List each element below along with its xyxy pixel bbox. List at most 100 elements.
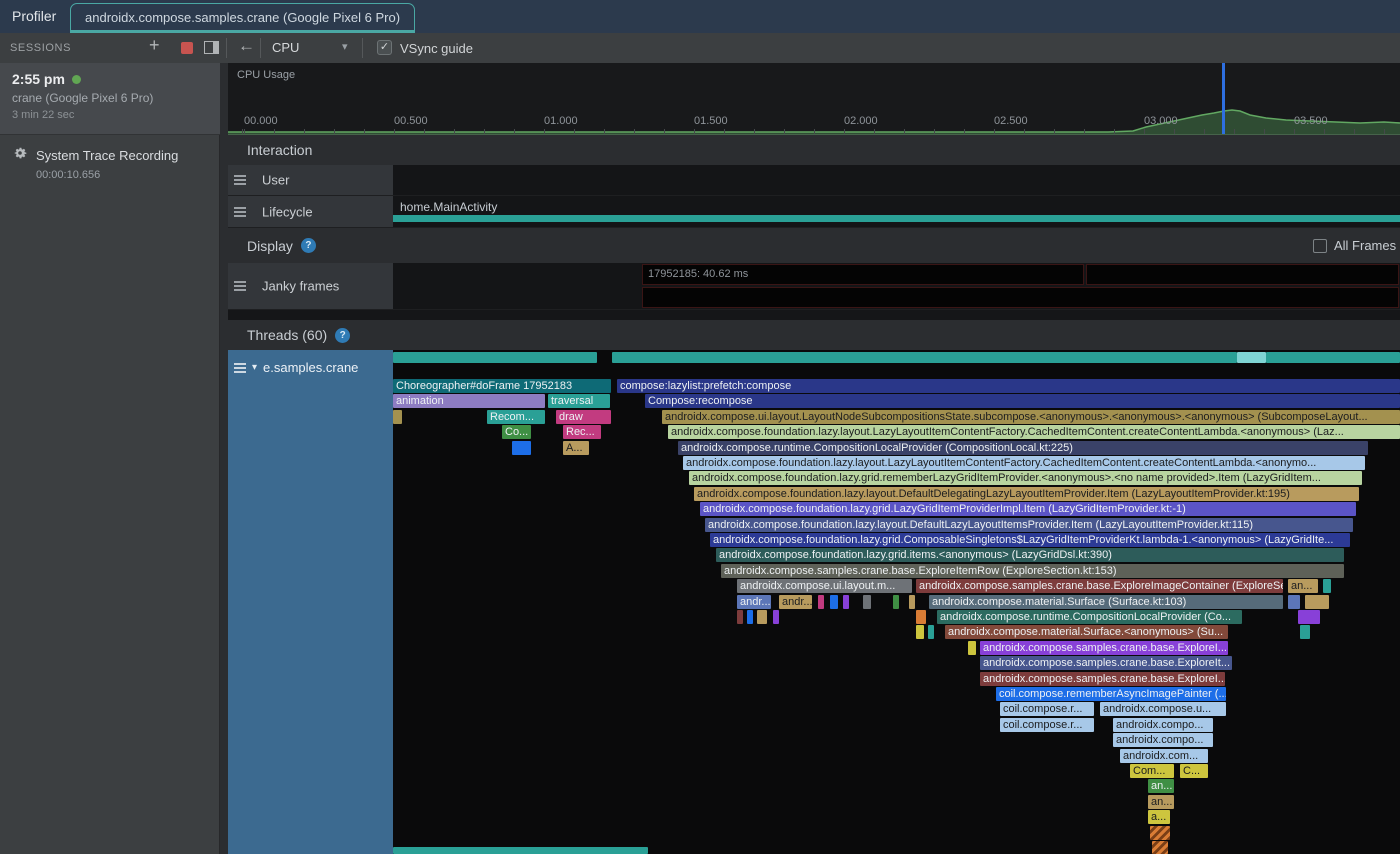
flame-bar[interactable]: Compose:recompose [645,394,1400,408]
drag-handle-icon[interactable] [234,281,246,291]
help-icon[interactable]: ? [301,238,316,253]
flame-bar[interactable] [818,595,824,609]
back-arrow-icon[interactable]: ← [238,36,255,56]
collapse-panel-icon[interactable] [204,41,219,59]
flame-bar[interactable] [393,352,597,363]
section-threads[interactable]: Threads (60) ? [228,320,1400,350]
flame-bar[interactable]: androidx.compose.foundation.lazy.grid.re… [689,471,1362,485]
flame-bar[interactable] [830,595,838,609]
session-item[interactable]: 2:55 pm crane (Google Pixel 6 Pro) 3 min… [0,63,220,135]
flame-bar[interactable]: androidx.compose.foundation.lazy.layout.… [694,487,1359,501]
flame-bar[interactable] [928,625,934,639]
flame-bar[interactable] [747,610,753,624]
flame-bar[interactable]: androidx.compose.runtime.CompositionLoca… [937,610,1242,624]
flame-bar[interactable]: coil.compose.r... [1000,718,1094,732]
flame-bar[interactable]: androidx.compose.foundation.lazy.layout.… [668,425,1400,439]
flame-bar[interactable]: andr... [779,595,812,609]
flame-bar[interactable] [916,625,924,639]
flame-bar[interactable]: coil.compose.r... [1000,702,1094,716]
flame-bar[interactable] [512,441,531,455]
flame-bar[interactable]: traversal [548,394,610,408]
flame-bar[interactable] [1150,826,1170,840]
tab-crane-session[interactable]: androidx.compose.samples.crane (Google P… [70,3,415,33]
flame-bar[interactable]: Recom... [487,410,545,424]
flame-bar[interactable]: androidx.compose.ui.layout.m... [737,579,912,593]
chevron-down-icon[interactable]: ▾ [342,40,348,53]
flame-bar[interactable] [1300,625,1310,639]
flame-bar[interactable]: an... [1288,579,1318,593]
flame-bar[interactable]: C... [1180,764,1208,778]
flame-bar[interactable] [393,847,648,854]
drag-handle-icon[interactable] [234,207,246,217]
flame-bar[interactable] [1152,841,1168,854]
flame-bar[interactable]: androidx.compose.foundation.lazy.layout.… [683,456,1365,470]
flame-bar[interactable]: androidx.compose.samples.crane.base.Expl… [980,656,1232,670]
flame-bar[interactable]: compose:lazylist:prefetch:compose [617,379,1400,393]
janky-frame-bar[interactable] [1086,264,1399,285]
flame-bar[interactable]: androidx.compose.foundation.lazy.grid.Co… [710,533,1350,547]
all-frames-toggle[interactable]: All Frames [1313,238,1396,253]
flame-chart[interactable]: Choreographer#doFrame 17952183 compose:la… [393,350,1400,854]
flame-bar[interactable] [893,595,899,609]
flame-bar[interactable] [1323,579,1331,593]
flame-bar[interactable] [393,410,402,424]
flame-bar[interactable]: androidx.compose.material.Surface.<anony… [945,625,1228,639]
lifecycle-track-timeline[interactable]: home.MainActivity [393,196,1400,228]
time-ruler[interactable]: CPU Usage 00.00000.50001.00001.50002.000… [228,63,1400,135]
flame-bar[interactable] [1305,595,1329,609]
drag-handle-icon[interactable] [234,363,246,373]
chevron-down-icon[interactable]: ▾ [252,362,257,373]
flame-bar[interactable]: androidx.compose.samples.crane.base.Expl… [980,641,1228,655]
profiler-mode-dropdown[interactable]: CPU [272,40,299,55]
flame-bar[interactable]: androidx.compose.material.Surface (Surfa… [929,595,1283,609]
janky-track-label[interactable]: Janky frames [228,263,393,310]
flame-bar[interactable]: animation [393,394,545,408]
user-track-timeline[interactable] [393,165,1400,196]
janky-frame-bar[interactable] [642,287,1399,308]
recording-item[interactable]: System Trace Recording 00:00:10.656 [0,135,220,191]
flame-bar[interactable]: androidx.compose.foundation.lazy.grid.it… [716,548,1344,562]
flame-bar[interactable]: a... [1148,810,1170,824]
flame-bar[interactable] [757,610,767,624]
flame-bar[interactable] [968,641,976,655]
flame-bar[interactable]: androidx.compose.samples.crane.base.Expl… [980,672,1225,686]
flame-bar[interactable] [1288,595,1300,609]
flame-bar[interactable]: Co... [502,425,531,439]
section-display[interactable]: Display ? All Frames [228,228,1400,263]
flame-bar[interactable]: Com... [1130,764,1174,778]
flame-bar[interactable]: androidx.compose.ui.layout.LayoutNodeSub… [662,410,1400,424]
vsync-guide-checkbox[interactable]: ✓ [377,40,392,55]
flame-bar[interactable]: androidx.compose.samples.crane.base.Expl… [916,579,1283,593]
thread-label-crane[interactable]: ▾ e.samples.crane [228,350,393,854]
flame-bar[interactable]: androidx.com... [1120,749,1208,763]
flame-bar[interactable]: androidx.compose.foundation.lazy.layout.… [705,518,1353,532]
flame-bar[interactable]: A... [563,441,589,455]
all-frames-checkbox[interactable] [1313,239,1327,253]
flame-bar[interactable]: an... [1148,779,1174,793]
janky-track-timeline[interactable]: 17952185: 40.62 ms [393,263,1400,310]
flame-bar[interactable]: an... [1148,795,1174,809]
flame-bar[interactable]: androidx.compo... [1113,733,1213,747]
flame-bar[interactable] [1298,610,1320,624]
flame-bar[interactable]: androidx.compo... [1113,718,1213,732]
flame-bar[interactable]: coil.compose.rememberAsyncImagePainter (… [996,687,1226,701]
flame-bar[interactable]: draw [556,410,611,424]
flame-bar[interactable] [863,595,871,609]
flame-bar[interactable] [1237,352,1266,363]
flame-bar[interactable] [612,352,1237,363]
lifecycle-track-label[interactable]: Lifecycle [228,196,393,228]
section-interaction[interactable]: Interaction [228,135,1400,165]
drag-handle-icon[interactable] [234,175,246,185]
flame-bar[interactable] [1266,352,1400,363]
flame-bar[interactable]: androidx.compose.u... [1100,702,1226,716]
flame-bar[interactable]: androidx.compose.samples.crane.base.Expl… [721,564,1344,578]
flame-bar[interactable] [737,610,743,624]
help-icon[interactable]: ? [335,328,350,343]
flame-bar[interactable]: Choreographer#doFrame 17952183 [393,379,611,393]
flame-bar[interactable]: Rec... [563,425,601,439]
flame-bar[interactable]: androidx.compose.foundation.lazy.grid.La… [700,502,1356,516]
flame-bar[interactable] [773,610,779,624]
flame-bar[interactable]: androidx.compose.runtime.CompositionLoca… [678,441,1368,455]
lifecycle-activity-bar[interactable] [393,215,1400,222]
flame-bar[interactable] [909,595,915,609]
